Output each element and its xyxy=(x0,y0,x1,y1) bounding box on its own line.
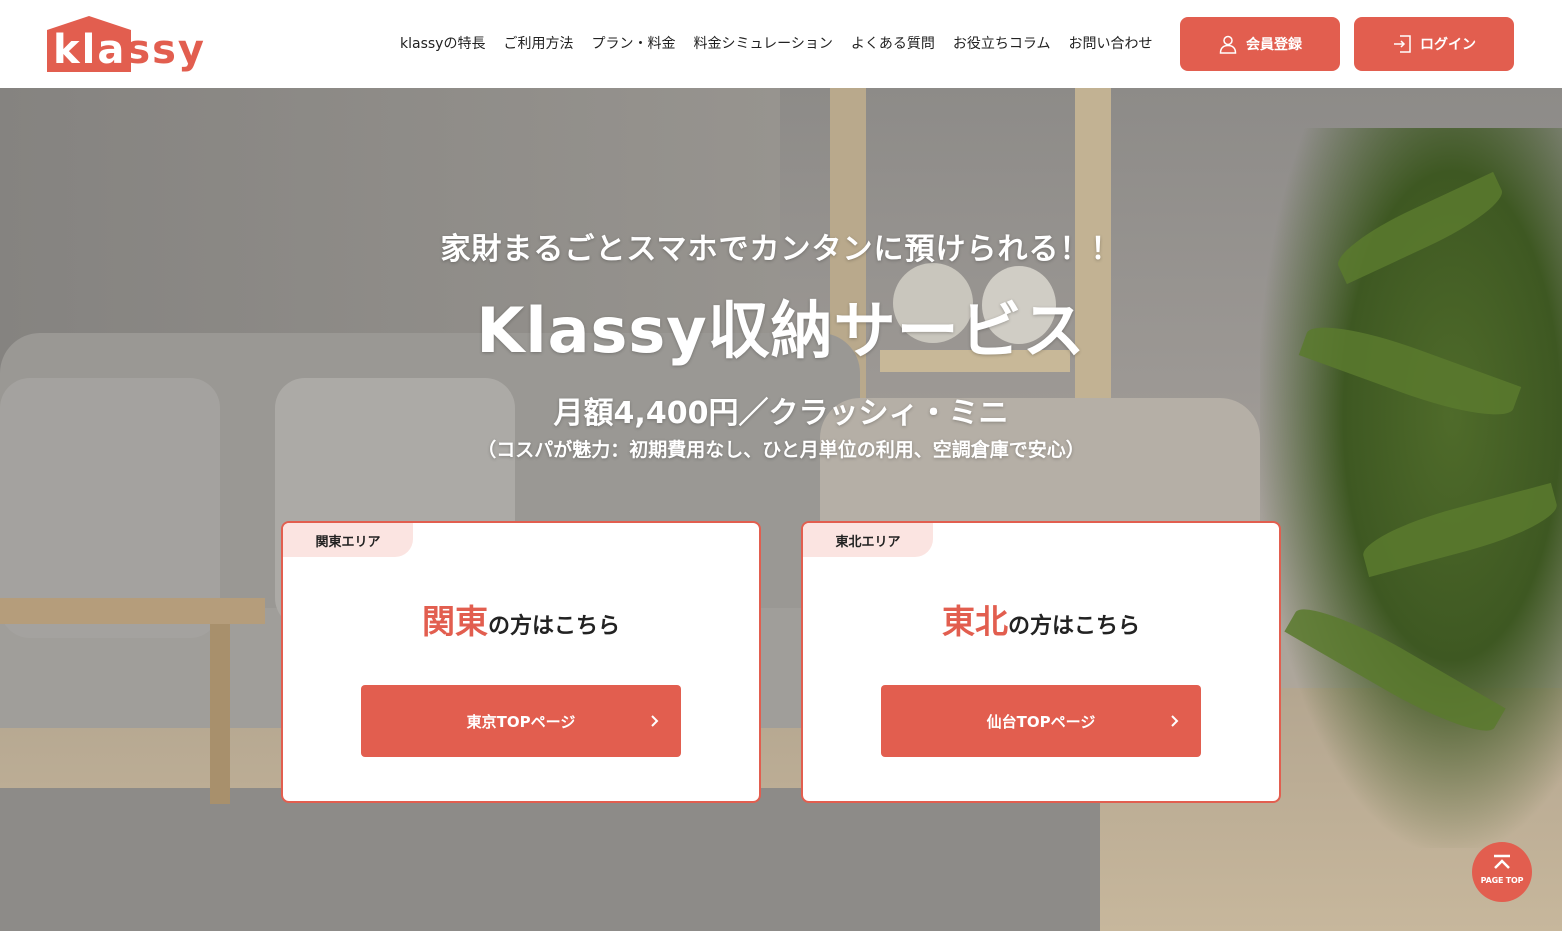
hero-bg-table-leg xyxy=(210,624,230,804)
area-tag-kanto: 関東エリア xyxy=(283,523,413,557)
main-nav: klassyの特長 ご利用方法 プラン・料金 料金シミュレーション よくある質問… xyxy=(391,34,1162,54)
login-label: ログイン xyxy=(1420,37,1476,53)
area-heading-kanto: 関東の方はこちら xyxy=(283,595,759,643)
arrow-up-icon xyxy=(1494,854,1510,869)
tokyo-top-button[interactable]: 東京TOPページ xyxy=(361,685,681,757)
nav-link-faq[interactable]: よくある質問 xyxy=(842,34,944,54)
nav-link-column[interactable]: お役立ちコラム xyxy=(944,34,1060,54)
register-label: 会員登録 xyxy=(1246,37,1302,53)
nav-link-contact[interactable]: お問い合わせ xyxy=(1060,34,1162,54)
area-heading-rest: の方はこちら xyxy=(1007,614,1140,639)
area-heading-rest: の方はこちら xyxy=(487,614,620,639)
hero-bg-table xyxy=(0,598,265,624)
chevron-right-icon xyxy=(651,715,659,727)
nav-link-plans[interactable]: プラン・料金 xyxy=(582,34,684,54)
user-icon xyxy=(1219,35,1237,54)
page-top-label: PAGE TOP xyxy=(1480,876,1524,885)
hero-bg-rug xyxy=(0,788,1100,931)
site-header: klassy klassyの特長 ご利用方法 プラン・料金 料金シミュレーション… xyxy=(0,0,1562,88)
sendai-top-button[interactable]: 仙台TOPページ xyxy=(881,685,1201,757)
nav-link-how-to-use[interactable]: ご利用方法 xyxy=(494,34,582,54)
chevron-right-icon xyxy=(1171,715,1179,727)
page-top-button[interactable]: PAGE TOP xyxy=(1472,842,1532,902)
sendai-top-label: 仙台TOPページ xyxy=(986,712,1096,731)
area-card-tohoku: 東北エリア 東北の方はこちら 仙台TOPページ xyxy=(801,521,1281,803)
tokyo-top-label: 東京TOPページ xyxy=(466,712,576,731)
area-tag-tohoku: 東北エリア xyxy=(803,523,933,557)
hero-title: Klassy収納サービス xyxy=(476,294,1086,367)
area-heading-tohoku: 東北の方はこちら xyxy=(803,595,1279,643)
klassy-logo[interactable]: klassy xyxy=(47,16,204,74)
area-card-kanto: 関東エリア 関東の方はこちら 東京TOPページ xyxy=(281,521,761,803)
hero-section xyxy=(0,88,1562,931)
hero-subtitle: 家財まるごとスマホでカンタンに預けられる！！ xyxy=(440,232,1122,267)
login-icon xyxy=(1394,35,1411,53)
nav-link-features[interactable]: klassyの特長 xyxy=(391,34,494,54)
register-button[interactable]: 会員登録 xyxy=(1180,17,1340,71)
login-button[interactable]: ログイン xyxy=(1354,17,1514,71)
nav-link-simulation[interactable]: 料金シミュレーション xyxy=(684,34,841,54)
hero-note: （コスパが魅力：初期費用なし、ひと月単位の利用、空調倉庫で安心） xyxy=(477,439,1085,461)
logo-text-main: kla xyxy=(53,27,127,73)
area-heading-accent: 関東 xyxy=(421,602,488,641)
logo-text-tail: ssy xyxy=(126,27,207,73)
hero-price: 月額4,400円／クラッシィ・ミニ xyxy=(553,396,1009,431)
logo-wordmark: klassy xyxy=(53,30,206,70)
area-heading-accent: 東北 xyxy=(941,602,1008,641)
